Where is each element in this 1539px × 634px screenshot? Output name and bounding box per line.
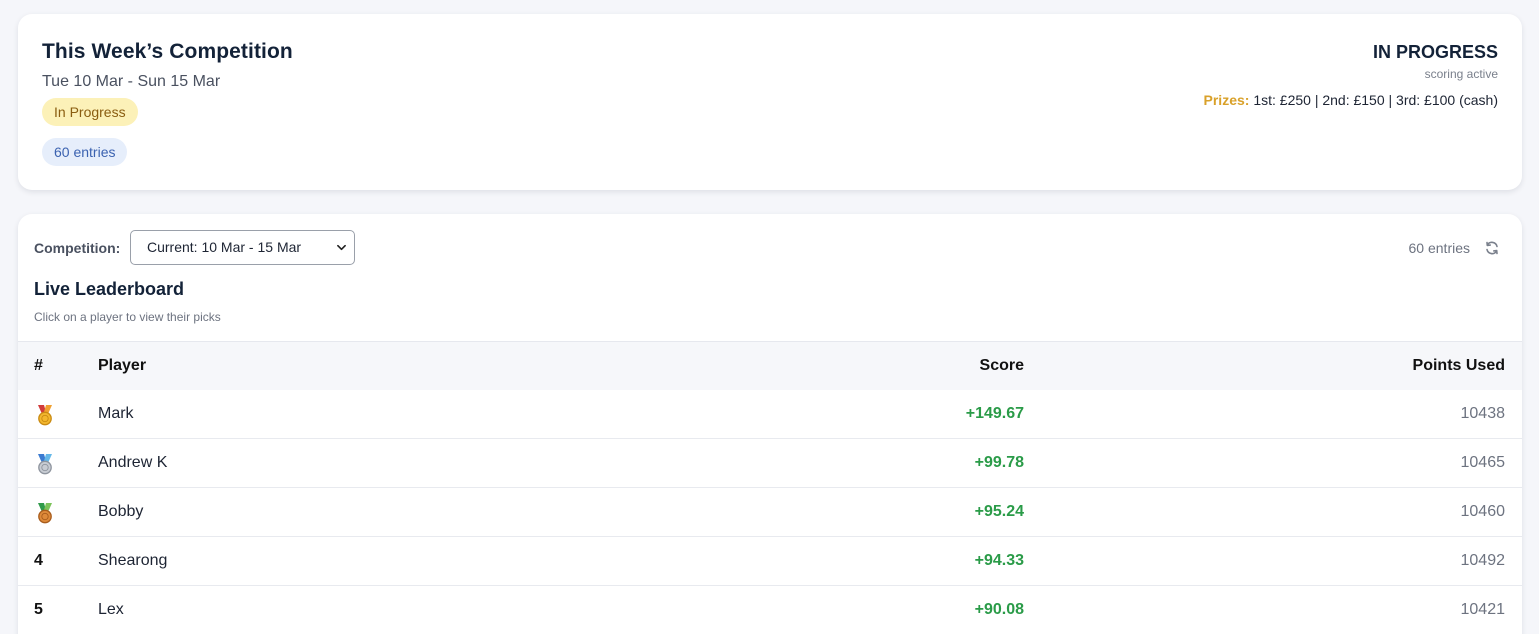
status-heading: IN PROGRESS [1372, 42, 1498, 62]
row-rank: 5 [34, 601, 43, 618]
competition-card: This Week’s Competition Tue 10 Mar - Sun… [18, 14, 1522, 190]
row-score: +90.08 [974, 601, 1024, 618]
prizes-line: Prizes: 1st: £250 | 2nd: £150 | 3rd: £10… [1204, 92, 1498, 108]
leaderboard-subtitle: Click on a player to view their picks [34, 310, 221, 324]
row-player-name[interactable]: Bobby [98, 503, 143, 521]
refresh-icon[interactable] [1484, 240, 1500, 256]
row-rank: 4 [34, 552, 43, 569]
row-points-used: 10438 [1460, 405, 1506, 422]
row-score: +95.24 [974, 503, 1024, 520]
table-row[interactable]: Andrew K +99.78 10465 [18, 439, 1522, 488]
row-player-name[interactable]: Lex [98, 601, 124, 619]
row-points-used: 10492 [1460, 552, 1506, 569]
leaderboard-card: Competition: Current: 10 Mar - 15 Mar 60… [18, 214, 1522, 634]
header-points-used[interactable]: Points Used [1413, 357, 1505, 375]
row-score: +149.67 [965, 405, 1024, 422]
row-player-name[interactable]: Andrew K [98, 454, 167, 472]
entries-badge: 60 entries [42, 138, 128, 166]
table-header: # Player Score Points Used [18, 341, 1522, 390]
silver-medal-icon [38, 454, 52, 475]
competition-select[interactable]: Current: 10 Mar - 15 Mar [130, 230, 355, 265]
row-points-used: 10421 [1460, 601, 1506, 618]
row-player-name[interactable]: Shearong [98, 552, 167, 570]
competition-title: This Week’s Competition [42, 40, 293, 63]
competition-dates: Tue 10 Mar - Sun 15 Mar [42, 73, 221, 90]
row-player-name[interactable]: Mark [98, 405, 134, 423]
prizes-label: Prizes: [1203, 92, 1250, 108]
header-rank: # [34, 357, 43, 374]
header-player[interactable]: Player [98, 357, 146, 375]
header-score[interactable]: Score [980, 357, 1024, 375]
table-row[interactable]: Bobby +95.24 10460 [18, 488, 1522, 537]
gold-medal-icon [38, 405, 52, 426]
row-points-used: 10465 [1460, 454, 1506, 471]
bronze-medal-icon [38, 503, 52, 524]
table-row[interactable]: 4 Shearong +94.33 10492 [18, 537, 1522, 586]
table-row[interactable]: 5 Lex +90.08 10421 [18, 586, 1522, 634]
row-score: +94.33 [974, 552, 1024, 569]
status-subtext: scoring active [1424, 67, 1498, 81]
chevron-down-icon [337, 244, 346, 251]
entries-count: 60 entries [1408, 240, 1470, 256]
row-points-used: 10460 [1460, 503, 1506, 520]
status-badge: In Progress [42, 98, 138, 126]
prizes-text: 1st: £250 | 2nd: £150 | 3rd: £100 (cash) [1253, 92, 1498, 108]
row-score: +99.78 [974, 454, 1024, 471]
competition-select-label: Competition: [34, 240, 121, 256]
competition-select-value: Current: 10 Mar - 15 Mar [147, 239, 302, 255]
leaderboard-title: Live Leaderboard [34, 279, 185, 299]
leaderboard-rows: Mark +149.67 10438 Andrew K +99.78 10465 Bobby… [18, 390, 1522, 634]
table-row[interactable]: Mark +149.67 10438 [18, 390, 1522, 439]
